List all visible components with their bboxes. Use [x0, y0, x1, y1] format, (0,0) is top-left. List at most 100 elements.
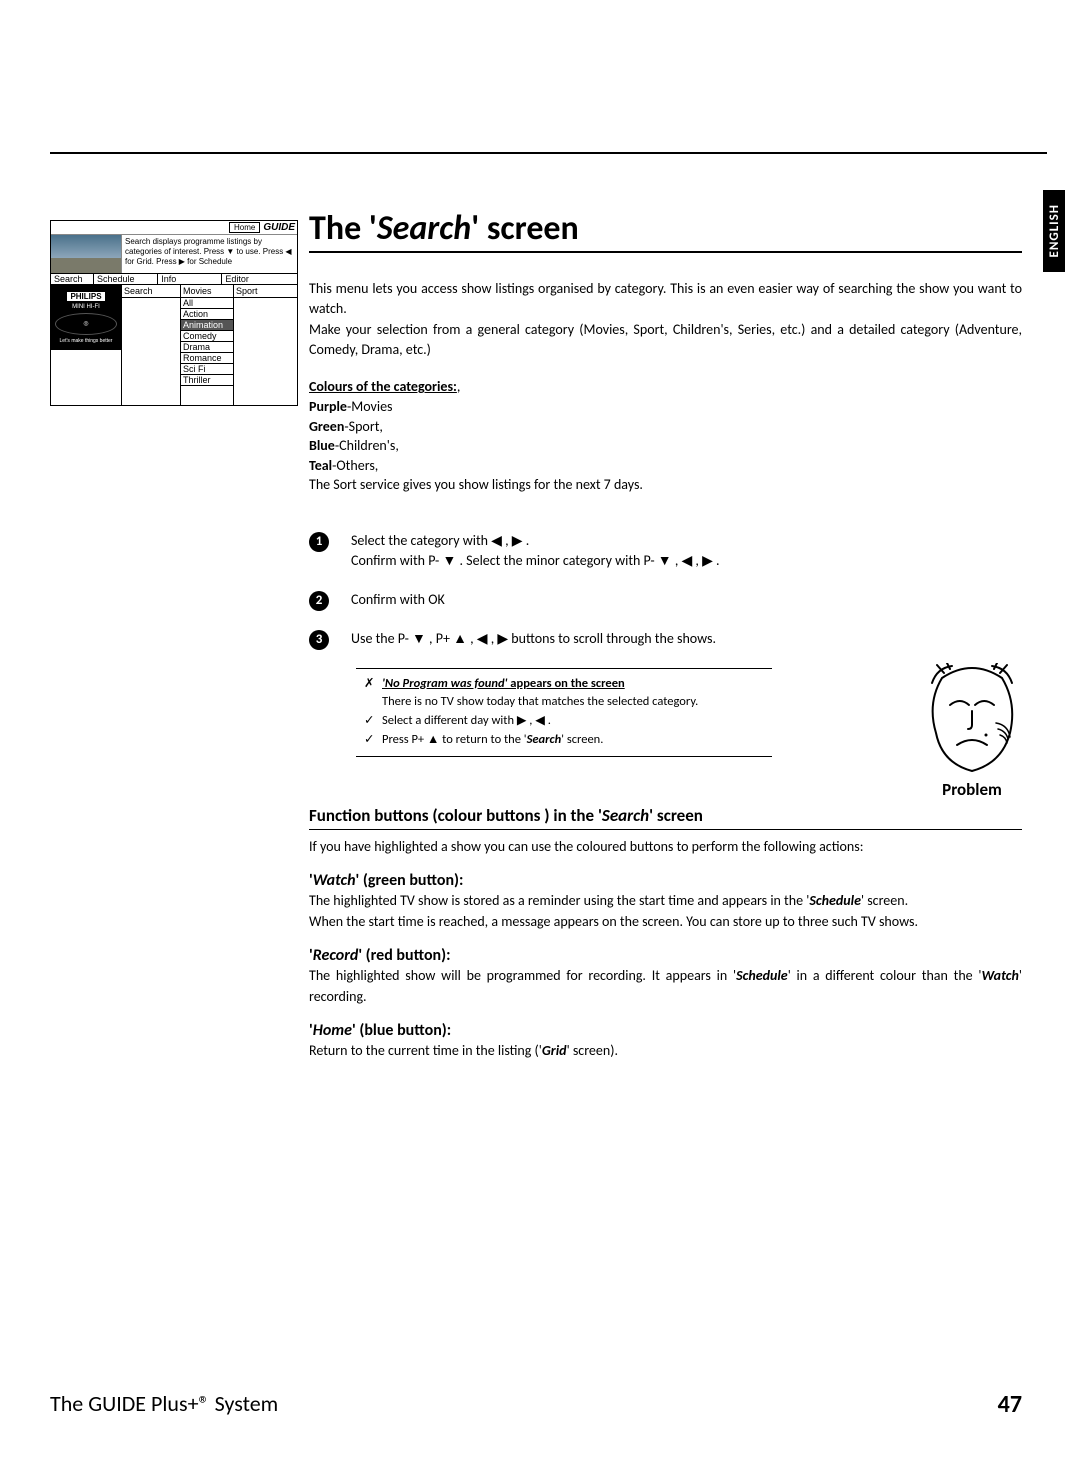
fn-home-p1: Return to the current time in the listin…	[309, 1040, 1022, 1061]
categories-lines: Purple-Movies Green-Sport, Blue-Children…	[309, 397, 1022, 475]
step-1: 1 Select the category with ◀ , ▶ . Confi…	[309, 531, 1022, 572]
problem-mark-x: ✗	[364, 675, 376, 694]
cat-bold: Blue	[309, 437, 335, 454]
step-2: 2 Confirm with OK	[309, 590, 1022, 611]
osd-sport-col: Sport	[234, 285, 297, 405]
osd-tab: Editor	[222, 274, 297, 284]
step-bullet-2: 2	[309, 591, 329, 611]
intro-body: This menu lets you access show listings …	[309, 279, 1022, 359]
fn-intro: If you have highlighted a show you can u…	[309, 836, 1022, 857]
step-2a: Confirm with OK	[351, 591, 445, 608]
osd-guide-logo: GUIDE	[263, 222, 295, 233]
cat-bold: Green	[309, 418, 344, 435]
top-rule	[50, 152, 1047, 154]
categories-block: Colours of the categories:, Purple-Movie…	[309, 377, 1022, 495]
footer-page-number: 47	[998, 1390, 1022, 1419]
osd-movie-item: Sci Fi	[181, 364, 233, 375]
osd-ad-image: PHILIPS MINI HI-FI ◎ Let's make things b…	[51, 285, 121, 350]
osd-ad-line2: Let's make things better	[60, 338, 113, 344]
cat-text: -Children's,	[335, 437, 399, 454]
osd-movie-item: Romance	[181, 353, 233, 364]
fn-heading-pre: Function buttons (colour buttons ) in th…	[309, 805, 602, 826]
osd-search-cell: Search	[122, 285, 180, 298]
problem-aside: Problem	[922, 663, 1022, 800]
fn-watch: 'Watch' (green button): The highlighted …	[309, 871, 1022, 932]
osd-screenshot: Home GUIDE Search displays programme lis…	[50, 220, 298, 406]
osd-movies-hdr: Movies	[181, 285, 233, 298]
problem-l4b: ' screen.	[561, 732, 603, 747]
step-bullet-3: 3	[309, 630, 329, 650]
osd-list-col: Movies All Action Animation Comedy Drama…	[181, 285, 297, 405]
footer-system-name: The GUIDE Plus+® System	[50, 1390, 278, 1417]
main-content: The 'Search' screen This menu lets you a…	[309, 208, 1022, 1061]
osd-tab: Info	[158, 274, 222, 284]
cat-text: -Others,	[332, 457, 378, 474]
osd-home-button: Home	[229, 222, 260, 233]
problem-l2: There is no TV show today that matches t…	[382, 693, 698, 712]
step-2-text: Confirm with OK	[351, 590, 751, 610]
osd-description: Search displays programme listings by ca…	[122, 235, 297, 273]
problem-mark-check-2: ✓	[364, 731, 376, 750]
problem-face-icon	[922, 663, 1022, 773]
problem-l4-em: Search	[527, 732, 562, 747]
function-heading: Function buttons (colour buttons ) in th…	[309, 805, 1022, 830]
fn-home: 'Home' (blue button): Return to the curr…	[309, 1021, 1022, 1061]
problem-l1-em: 'No Program was found'	[382, 676, 507, 691]
problem-l3: Select a different day with ▶ , ◀ .	[382, 712, 551, 731]
fn-record-title: 'Record' (red button):	[309, 946, 1022, 965]
step-bullet-1: 1	[309, 532, 329, 552]
problem-l1-rest: appears on the screen	[507, 676, 624, 691]
fn-watch-title: 'Watch' (green button):	[309, 871, 1022, 890]
categories-header: Colours of the categories:	[309, 378, 457, 395]
step-3: 3 Use the P- ▼ , P+ ▲ , ◀ , ▶ buttons to…	[309, 629, 1022, 650]
osd-search-col: Search	[122, 285, 181, 405]
osd-ad-brand: PHILIPS	[67, 292, 104, 301]
cat-text: -Sport,	[344, 418, 383, 435]
fn-heading-em: Search	[602, 805, 649, 826]
problem-label-text: Problem	[942, 779, 1002, 800]
page-title: The 'Search' screen	[309, 208, 1022, 253]
osd-tabs: Search Schedule Info Editor	[51, 273, 297, 284]
cat-bold: Teal	[309, 457, 332, 474]
intro-p2: Make your selection from a general categ…	[309, 320, 1022, 359]
sort-line: The Sort service gives you show listings…	[309, 475, 1022, 495]
fn-record-p1: The highlighted show will be programmed …	[309, 965, 1022, 1007]
fn-record: 'Record' (red button): The highlighted s…	[309, 946, 1022, 1007]
fn-home-title: 'Home' (blue button):	[309, 1021, 1022, 1040]
language-tab: ENGLISH	[1043, 190, 1065, 272]
title-post: ' screen	[471, 208, 579, 249]
osd-movie-item: Animation	[181, 320, 233, 331]
osd-sport-hdr: Sport	[234, 285, 297, 298]
cat-text: -Movies	[347, 398, 393, 415]
language-tab-text: ENGLISH	[1047, 204, 1062, 258]
osd-movie-item: Drama	[181, 342, 233, 353]
step-1b: Confirm with P- ▼ . Select the minor cat…	[351, 551, 751, 571]
osd-movie-item: Action	[181, 309, 233, 320]
fn-heading-post: ' screen	[649, 805, 703, 826]
osd-mid: Search displays programme listings by ca…	[51, 235, 297, 273]
osd-movie-item: Comedy	[181, 331, 233, 342]
title-em: Search	[377, 208, 471, 249]
cat-bold: Purple	[309, 398, 347, 415]
osd-movie-item: All	[181, 298, 233, 309]
intro-p1: This menu lets you access show listings …	[309, 279, 1022, 318]
osd-tab: Search	[51, 274, 94, 284]
osd-thumbnail	[51, 235, 122, 273]
osd-movies-col: Movies All Action Animation Comedy Drama…	[181, 285, 234, 405]
step-3a: Use the P- ▼ , P+ ▲ , ◀ , ▶ buttons to s…	[351, 630, 716, 647]
osd-ad: PHILIPS MINI HI-FI ◎ Let's make things b…	[51, 285, 122, 405]
osd-header: Home GUIDE	[51, 221, 297, 235]
problem-mark-check-1: ✓	[364, 712, 376, 731]
fn-watch-p2: When the start time is reached, a messag…	[309, 911, 1022, 932]
fn-watch-p1: The highlighted TV show is stored as a r…	[309, 890, 1022, 911]
osd-tab: Schedule	[94, 274, 158, 284]
osd-ad-line1: MINI HI-FI	[72, 304, 100, 310]
osd-movie-item: Thriller	[181, 375, 233, 386]
step-3-text: Use the P- ▼ , P+ ▲ , ◀ , ▶ buttons to s…	[351, 629, 751, 649]
steps: 1 Select the category with ◀ , ▶ . Confi…	[309, 531, 1022, 757]
osd-lower: PHILIPS MINI HI-FI ◎ Let's make things b…	[51, 284, 297, 405]
title-pre: The '	[309, 208, 377, 249]
problem-box: ✗ 'No Program was found' appears on the …	[356, 668, 772, 757]
step-1-text: Select the category with ◀ , ▶ . Confirm…	[351, 531, 751, 572]
problem-l4a: Press P+ ▲ to return to the '	[382, 732, 527, 747]
